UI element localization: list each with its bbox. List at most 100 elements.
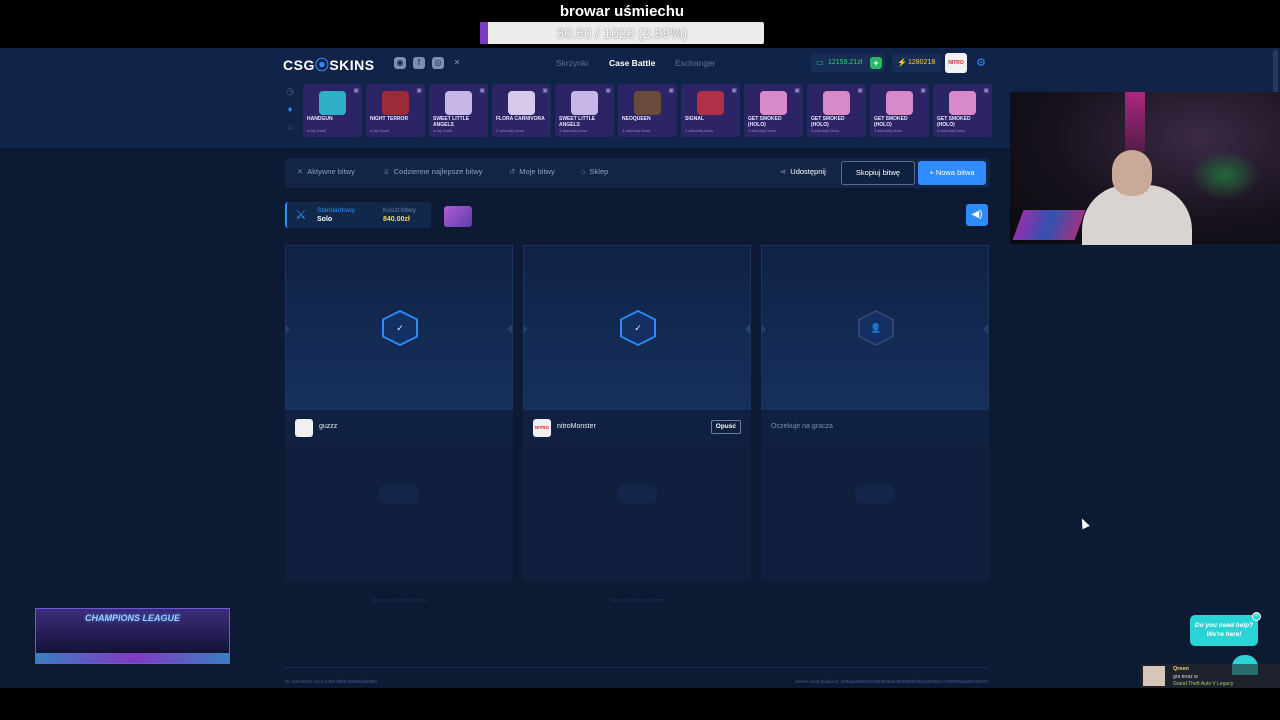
help-widget[interactable]: Do you need help? We're here! [1190, 615, 1258, 646]
player-avatar: NITRO [533, 419, 551, 437]
logo-mark-icon: ⦿ [314, 57, 330, 73]
drop-time: 3 sekundy temu [559, 128, 588, 133]
live-drop-item[interactable]: ▣ SWEET LITTLE ANGELS 3 sekundy temu [555, 84, 614, 137]
facebook-icon[interactable]: f [413, 57, 425, 69]
webcam-head [1112, 150, 1152, 196]
discord-icon[interactable]: ◉ [394, 57, 406, 69]
case-icon: ▣ [983, 88, 989, 94]
drop-name: NIGHT TERROR [370, 116, 409, 122]
tab-label: Codzienne najlepsze bitwy [393, 167, 483, 176]
drop-name: FLORA CARNIVORA [496, 116, 545, 122]
skin-image [823, 91, 850, 115]
slot-items [285, 444, 513, 581]
live-drop-item[interactable]: ▣ GET SMOKED (HOLO) 3 sekundy temu [933, 84, 992, 137]
copy-battle-button[interactable]: Skopiuj bitwę [841, 161, 915, 185]
drop-name: SIGNAL [685, 116, 704, 122]
mode-label: Standardowy [317, 207, 355, 214]
player-name: guzzz [319, 423, 338, 430]
stream-overlay-top: browar uśmiechu 30.50 / 1020 (2.99%) [0, 0, 1280, 48]
live-drop-item[interactable]: ▣ NIGHT TERROR w tej chwili [366, 84, 425, 137]
champions-league-banner: CHAMPIONS LEAGUE [35, 608, 230, 664]
drop-time: 3 sekundy temu [685, 128, 714, 133]
goal-title: browar uśmiechu [559, 3, 685, 20]
now-playing-line1: gra teraz w [1173, 674, 1198, 680]
live-drop-item[interactable]: ▣ SWEET LITTLE ANGELS w tej chwili [429, 84, 488, 137]
balance-value: 12159.21zł [828, 59, 863, 66]
player-slot: ✓ guzzz [285, 245, 513, 581]
cost-label: Koszt bitwy [383, 207, 416, 214]
arrow-left-icon [507, 324, 512, 334]
player-slot: 👤 Oczekuje na gracza [761, 245, 989, 581]
live-drop-item[interactable]: ▣ GET SMOKED (HOLO) 3 sekundy temu [807, 84, 866, 137]
instagram-icon[interactable]: ◎ [432, 57, 444, 69]
drop-time: w tej chwili [433, 128, 453, 133]
nav-exchanger[interactable]: Exchanger [675, 58, 716, 68]
x-icon[interactable]: ✕ [451, 57, 463, 69]
arrow-right-icon [761, 324, 766, 334]
nav-skrzynki[interactable]: Skrzynki [556, 58, 588, 68]
nav-case-battle[interactable]: Case Battle [609, 58, 655, 68]
drop-name: GET SMOKED (HOLO) [937, 116, 971, 128]
swords-icon: ✕ [297, 167, 304, 176]
share-label: Udostępnij [790, 167, 826, 176]
gear-icon[interactable]: ⚙ [974, 56, 988, 70]
drop-name: GET SMOKED (HOLO) [748, 116, 782, 128]
balance-display[interactable]: ▭ 12159.21zł + [811, 54, 885, 72]
player-slot: ✓ NITRO nitroMonster Opuść [523, 245, 751, 581]
site-logo[interactable]: CSG⦿SKINS [283, 55, 375, 75]
goal-progress-text: 30.50 / 1020 (2.99%) [556, 25, 688, 41]
live-drop-item[interactable]: ▣ HANDGUN w tej chwili [303, 84, 362, 137]
leave-button[interactable]: Opuść [710, 420, 741, 434]
tab-active-battles[interactable]: ✕ Aktywne bitwy [297, 167, 355, 176]
skin-image [319, 91, 346, 115]
case-icon: ▣ [731, 88, 737, 94]
live-drop-item[interactable]: ▣ NEOQUEEN 3 sekundy temu [618, 84, 677, 137]
skin-image [697, 91, 724, 115]
close-icon[interactable]: × [1252, 612, 1261, 621]
live-drop-item[interactable]: ▣ GET SMOKED (HOLO) 3 sekundy temu [870, 84, 929, 137]
slot-reel: 👤 [761, 245, 989, 410]
banner-title: CHAMPIONS LEAGUE [84, 613, 180, 623]
slot-footer: Nie masz jeszcze skinów [371, 598, 427, 604]
new-battle-button[interactable]: + Nowa bitwa [918, 161, 986, 185]
skin-image [445, 91, 472, 115]
arrow-left-icon [983, 324, 988, 334]
case-icon: ▣ [794, 88, 800, 94]
coins-display[interactable]: ⚡ 1280218 [892, 54, 942, 72]
drop-time: 2 sekundy temu [496, 128, 525, 133]
clock-icon[interactable]: ◷ [284, 86, 296, 104]
deposit-button[interactable]: + [870, 57, 882, 69]
skin-image [508, 91, 535, 115]
case-icon: ▣ [353, 88, 359, 94]
case-thumbnail[interactable] [444, 206, 472, 227]
help-line-2: We're here! [1206, 631, 1242, 638]
live-drop-item[interactable]: ▣ FLORA CARNIVORA 2 sekundy temu [492, 84, 551, 137]
now-playing-name: Qreen [1173, 666, 1189, 672]
waiting-text: Oczekuje na gracza [771, 423, 833, 430]
star-icon[interactable]: ☆ [284, 122, 296, 140]
placeholder-icon [855, 484, 895, 504]
arrow-right-icon [523, 324, 528, 334]
placeholder-icon [379, 484, 419, 504]
placeholder-icon [617, 484, 657, 504]
live-drop-item[interactable]: ▣ SIGNAL 3 sekundy temu [681, 84, 740, 137]
slot-footer: Nie masz jeszcze skinów [609, 598, 665, 604]
case-icon: ▣ [857, 88, 863, 94]
drop-time: 3 sekundy temu [622, 128, 651, 133]
case-icon: ▣ [920, 88, 926, 94]
tab-daily-best[interactable]: ♕ Codzienne najlepsze bitwy [383, 167, 483, 176]
tab-my-battles[interactable]: ↺ Moje bitwy [509, 167, 555, 176]
share-button[interactable]: ⋖ Udostępnij [780, 167, 826, 176]
live-drop-item[interactable]: ▣ GET SMOKED (HOLO) 3 sekundy temu [744, 84, 803, 137]
tab-shop[interactable]: ⌂ Sklep [581, 167, 608, 176]
skin-image [949, 91, 976, 115]
slot-reel: ✓ [523, 245, 751, 410]
user-avatar[interactable]: NITRO [945, 53, 967, 73]
drop-time: w tej chwili [307, 128, 327, 133]
player-avatar [295, 419, 313, 437]
slot-reel: ✓ [285, 245, 513, 410]
history-icon: ↺ [509, 167, 516, 176]
sound-toggle-icon[interactable]: ◀) [966, 204, 988, 226]
stream-overlay-bottom [0, 688, 1280, 720]
thumbs-up-icon[interactable]: ♦ [284, 104, 296, 122]
